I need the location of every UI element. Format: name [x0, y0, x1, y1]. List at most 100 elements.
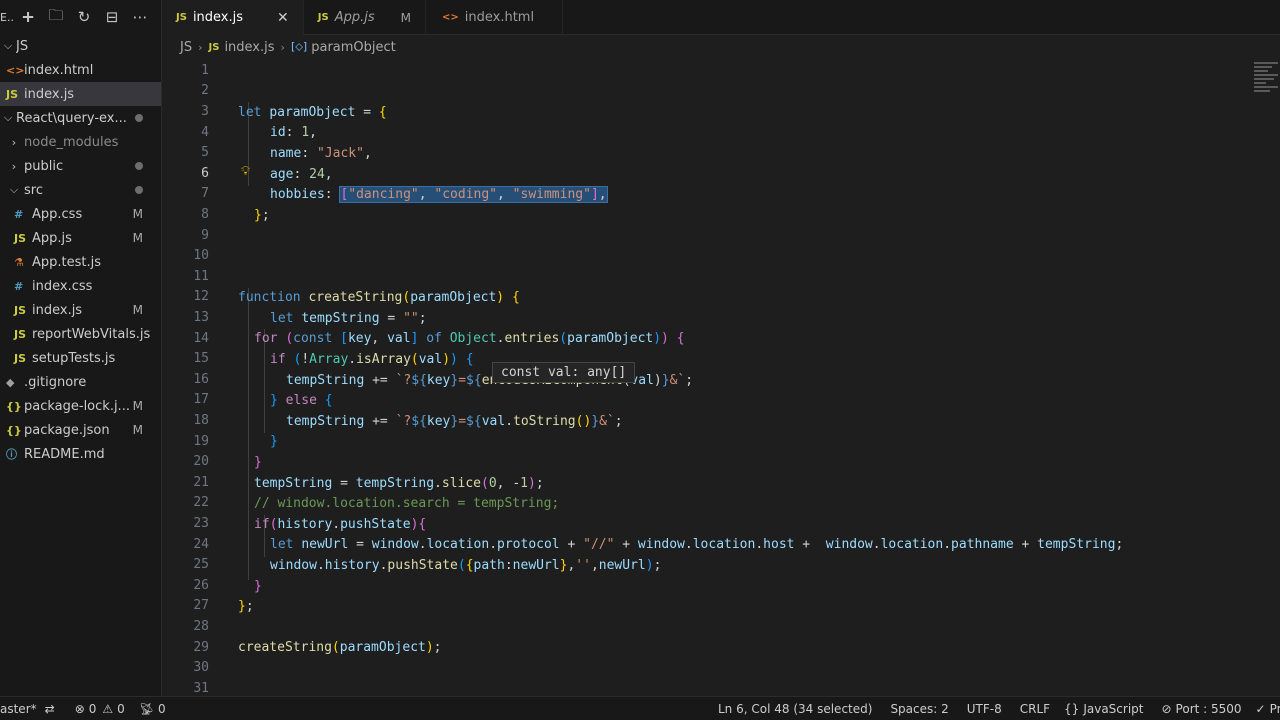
code-line: } — [270, 434, 278, 450]
braces-icon: {} — [1064, 701, 1080, 716]
code-line: createString(paramObject); — [238, 640, 442, 656]
code-editor[interactable]: 1 2 3 4 5 6 7 8 9 10 11 12 13 14 15 16 17 18 19 20 21 22 23 24 2… — [162, 60, 1252, 696]
prettier-label: Pre — [1269, 701, 1280, 716]
new-folder-icon[interactable]: 🗀︎ — [42, 6, 70, 28]
new-file-icon[interactable]: ➕︎ — [14, 6, 42, 28]
tree-item-setup-tests[interactable]: JS setupTests.js — [0, 346, 161, 370]
tree-item-package-lock[interactable]: {} package-lock.j... M — [0, 394, 161, 418]
sync-icon: ⇄ — [44, 701, 55, 716]
tree-folder-node-modules[interactable]: › node_modules — [0, 130, 161, 154]
tree-root-label: JS — [16, 38, 29, 54]
code-line: }; — [238, 599, 254, 615]
live-server-status[interactable]: ⊘ Port : 5500 — [1161, 702, 1241, 716]
js-file-icon: JS — [6, 87, 19, 101]
modified-dot-icon — [135, 114, 143, 122]
code-line: id: 1, — [270, 125, 317, 141]
antenna-icon: 📡︎ — [138, 701, 155, 716]
lightbulb-icon[interactable]: 💡︎ — [241, 164, 255, 179]
tree-item-label: App.test.js — [32, 254, 102, 270]
encoding-status[interactable]: UTF-8 — [967, 702, 1002, 716]
language-mode-status[interactable]: {} JavaScript — [1064, 702, 1143, 716]
tree-item-app-css[interactable]: # App.css M — [0, 202, 161, 226]
tree-item-report-web-vitals[interactable]: JS reportWebVitals.js — [0, 322, 161, 346]
indentation-label: Spaces: 2 — [890, 701, 949, 716]
tree-item-gitignore[interactable]: ◆ .gitignore — [0, 370, 161, 394]
tree-item-index-js[interactable]: JS index.js — [0, 82, 161, 106]
tree-root-js[interactable]: ⌵ JS — [0, 34, 161, 58]
prettier-status[interactable]: ✓ Pre — [1256, 702, 1280, 716]
code-line: function createString(paramObject) { — [238, 290, 520, 306]
git-branch-status[interactable]: aster* — [0, 702, 37, 716]
eol-label: CRLF — [1019, 701, 1051, 716]
code-line: let newUrl = window.location.protocol + … — [270, 537, 1124, 553]
line-number-row: 1 — [162, 60, 1252, 81]
line-number: 1 — [201, 62, 209, 78]
tree-folder-react-query[interactable]: ⌵ React\query-ex... — [0, 106, 161, 130]
css-file-icon: # — [14, 207, 24, 221]
json-file-icon: {} — [6, 423, 22, 437]
line-number: 28 — [193, 618, 209, 634]
modified-badge: M — [400, 10, 411, 25]
json-file-icon: {} — [6, 399, 22, 413]
tree-item-app-test-js[interactable]: ⚗ App.test.js — [0, 250, 161, 274]
js-file-icon: JS — [208, 41, 220, 53]
git-modified-badge: M — [132, 399, 143, 413]
indentation-status[interactable]: Spaces: 2 — [890, 702, 948, 716]
tree-folder-public[interactable]: › public — [0, 154, 161, 178]
chevron-down-icon: ⌵ — [3, 39, 13, 52]
tab-index-html[interactable]: <> index.html — [426, 0, 564, 35]
minimap-line — [1254, 70, 1268, 72]
close-icon[interactable]: ✕ — [277, 10, 289, 26]
refresh-icon[interactable]: ↻ — [70, 6, 98, 28]
cursor-position[interactable]: Ln 6, Col 48 (34 selected) — [718, 702, 872, 716]
tree-item-app-js[interactable]: JS App.js M — [0, 226, 161, 250]
chevron-right-icon: › — [280, 40, 285, 54]
no-entry-icon: ⊘ — [1161, 701, 1172, 716]
line-number: 11 — [193, 268, 209, 284]
breadcrumb-folder[interactable]: JS — [180, 40, 192, 55]
line-number-row: 2 — [162, 81, 1252, 102]
collapse-all-icon[interactable]: ⊟ — [98, 6, 126, 28]
breadcrumb-symbol[interactable]: paramObject — [311, 40, 396, 55]
breadcrumb: JS › JS index.js › [⬦] paramObject — [162, 36, 1262, 58]
tab-index-js[interactable]: JS index.js ✕ — [162, 0, 304, 35]
line-number-row: 30 — [162, 657, 1252, 678]
chevron-right-icon: › — [11, 135, 17, 149]
tree-item-label: package.json — [24, 422, 110, 438]
code-comment: // window.location.search = tempString; — [254, 496, 560, 512]
tree-item-label: src — [24, 182, 43, 198]
tree-item-label: public — [24, 158, 64, 174]
js-file-icon: JS — [14, 351, 27, 365]
line-number-row: 9 — [162, 225, 1252, 246]
modified-dot-icon — [135, 186, 143, 194]
minimap-line — [1254, 90, 1270, 92]
code-line: hobbies: ["dancing", "coding", "swimming… — [270, 186, 608, 204]
tree-item-index-css[interactable]: # index.css — [0, 274, 161, 298]
cursor-position-label: Ln 6, Col 48 (34 selected) — [718, 701, 873, 716]
problems-status[interactable]: ⊗ 0 ⚠︎ 0 — [75, 702, 125, 716]
breadcrumb-file[interactable]: index.js — [224, 40, 274, 55]
editor-tab-bar: JS index.js ✕ JS App.js M <> index.html — [162, 0, 1280, 35]
minimap[interactable] — [1252, 60, 1280, 104]
tree-item-label: reportWebVitals.js — [32, 326, 151, 342]
more-icon[interactable]: ⋯ — [126, 6, 154, 28]
eol-status[interactable]: CRLF — [1020, 702, 1050, 716]
js-file-icon: JS — [176, 12, 187, 23]
tree-item-label: App.js — [32, 230, 72, 246]
code-line: age: 24, — [270, 166, 333, 182]
sync-status[interactable]: ⇄ — [45, 702, 59, 716]
tree-item-package-json[interactable]: {} package.json M — [0, 418, 161, 442]
tree-item-src-index-js[interactable]: JS index.js M — [0, 298, 161, 322]
explorer-toolbar: E... ➕︎ 🗀︎ ↻ ⊟ ⋯ — [0, 0, 161, 34]
tree-folder-src[interactable]: ⌵ src — [0, 178, 161, 202]
ports-status[interactable]: 📡︎ 0 — [139, 702, 166, 716]
tree-item-index-html[interactable]: <> index.html — [0, 58, 161, 82]
git-modified-badge: M — [132, 303, 143, 317]
html-file-icon: <> — [441, 12, 459, 23]
line-number-row: 28 — [162, 616, 1252, 637]
tree-item-readme[interactable]: ⓘ README.md — [0, 442, 161, 466]
tab-app-js[interactable]: JS App.js M — [304, 0, 426, 35]
info-file-icon: ⓘ — [6, 448, 17, 461]
code-line: tempString += `?${key}=${val.toString()}… — [286, 413, 623, 429]
minimap-line — [1254, 66, 1272, 68]
